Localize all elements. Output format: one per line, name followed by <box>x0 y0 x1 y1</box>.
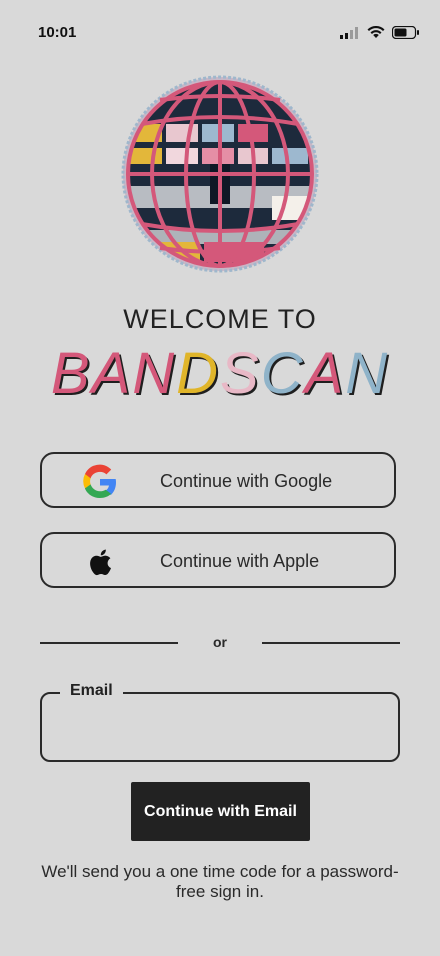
brand-letter: N <box>345 341 390 406</box>
battery-icon <box>392 26 419 39</box>
divider-line-right <box>262 642 400 644</box>
cellular-signal-icon <box>340 26 358 39</box>
apple-button-label: Continue with Apple <box>160 551 320 571</box>
status-bar: 10:01 <box>0 0 440 66</box>
continue-with-email-button[interactable]: Continue with Email <box>131 782 310 841</box>
brand-letter: C <box>260 341 305 406</box>
continue-with-apple-button[interactable]: Continue with Apple <box>40 532 396 588</box>
bandscan-globe-logo <box>121 75 319 273</box>
apple-icon <box>90 549 111 576</box>
google-button-label: Continue with Google <box>160 471 333 491</box>
divider-line-left <box>40 642 178 644</box>
one-time-code-note: We'll send you a one time code for a pas… <box>41 862 399 901</box>
or-divider: or <box>40 630 400 654</box>
status-icons <box>340 26 420 39</box>
continue-with-google-button[interactable]: Continue with Google <box>40 452 396 508</box>
email-field-label: Email <box>60 682 123 700</box>
brand-letter: S <box>220 341 261 406</box>
status-time: 10:01 <box>38 24 77 41</box>
wifi-icon <box>367 26 385 38</box>
google-icon <box>83 464 116 499</box>
brand-letter: B <box>50 341 92 406</box>
welcome-heading: WELCOME TO <box>123 304 317 334</box>
brand-wordmark: BANDSCAN <box>0 340 440 407</box>
brand-letter: N <box>132 341 177 406</box>
brand-letter: A <box>91 341 133 406</box>
brand-letter: D <box>176 341 220 406</box>
email-input[interactable] <box>54 712 388 750</box>
brand-letter: A <box>304 341 346 406</box>
or-text: or <box>213 634 227 650</box>
